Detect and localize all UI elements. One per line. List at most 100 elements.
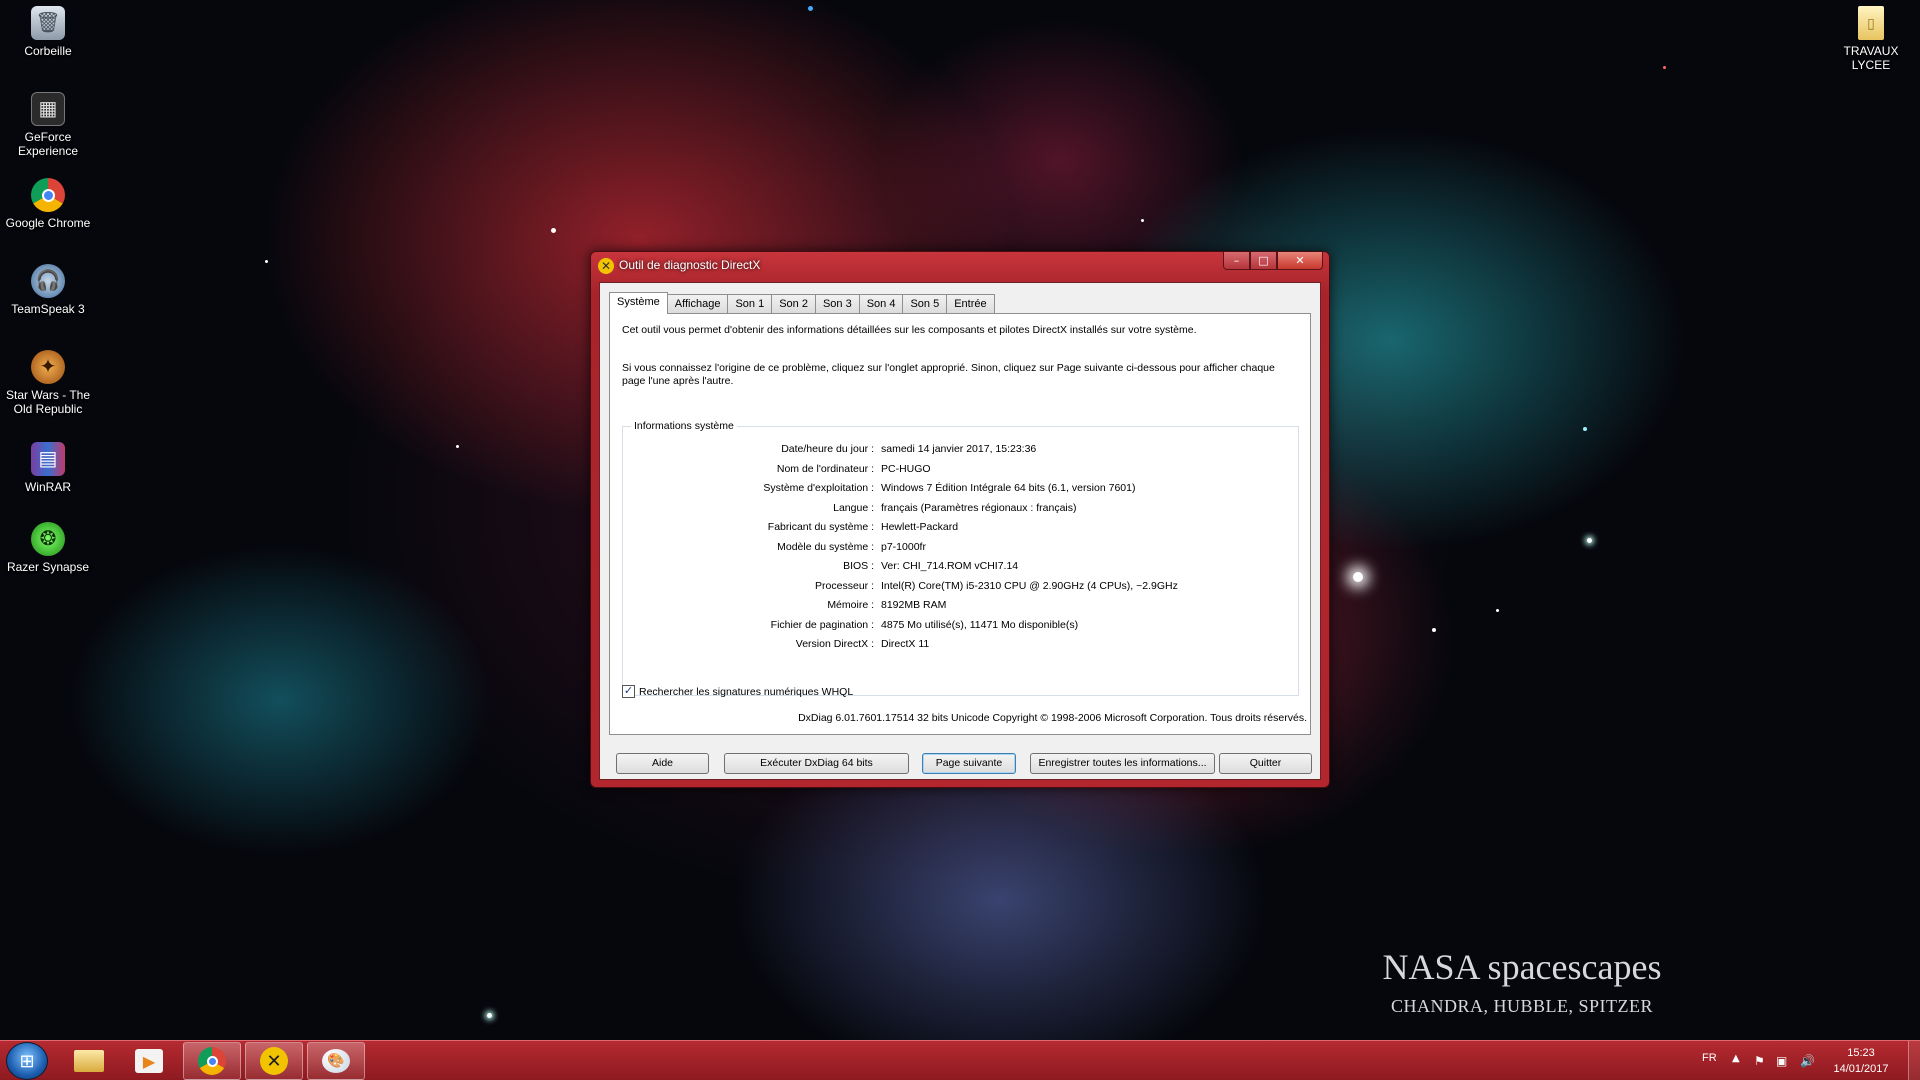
info-label: Fichier de pagination : [770,618,874,631]
info-row-directx-version: Version DirectX : DirectX 11 [623,638,1298,654]
desktop-icon-winrar[interactable]: ▤ WinRAR [1,442,95,494]
title-bar[interactable]: ✕ Outil de diagnostic DirectX – □ ✕ [591,252,1329,280]
chrome-icon [198,1047,226,1075]
wallpaper-subtitle: CHANDRA, HUBBLE, SPITZER [1390,996,1653,1016]
help-button[interactable]: Aide [616,753,709,774]
info-row-memory: Mémoire : 8192MB RAM [623,599,1298,615]
window-client-area: Système Affichage Son 1 Son 2 Son 3 Son … [599,282,1321,780]
network-icon[interactable]: ▣ [1776,1054,1787,1068]
desktop-icon-label: Star Wars - The Old Republic [5,388,91,416]
star [1587,538,1592,543]
info-row-model: Modèle du système : p7-1000fr [623,541,1298,557]
info-value: Hewlett-Packard [881,521,959,533]
info-label: Mémoire : [827,599,874,611]
volume-icon[interactable]: 🔊 [1800,1054,1815,1068]
desktop-icon-razer[interactable]: ❂ Razer Synapse [1,522,95,574]
star [808,6,813,11]
tab-affichage[interactable]: Affichage [666,294,729,313]
star [1663,66,1666,69]
maximize-button[interactable]: □ [1250,252,1277,270]
info-row-pagefile: Fichier de pagination : 4875 Mo utilisé(… [623,619,1298,635]
info-row-os: Système d'exploitation : Windows 7 Éditi… [623,482,1298,498]
tab-son-3[interactable]: Son 3 [814,294,860,313]
info-value: Ver: CHI_714.ROM vCHI7.14 [881,560,1019,572]
info-label: Langue : [833,501,874,514]
save-all-info-button[interactable]: Enregistrer toutes les informations... [1030,753,1215,774]
taskbar-explorer[interactable] [60,1042,118,1080]
info-value: p7-1000fr [881,540,926,553]
minimize-button[interactable]: – [1223,252,1250,270]
info-value: PC-HUGO [881,462,931,475]
info-label: Modèle du système : [777,540,874,553]
folder-icon [74,1050,104,1072]
tab-son-5[interactable]: Son 5 [902,294,948,313]
system-clock[interactable]: 15:23 14/01/2017 [1826,1045,1896,1077]
tab-son-2[interactable]: Son 2 [771,294,816,313]
whql-checkbox-row[interactable]: ✓ Rechercher les signatures numériques W… [622,685,853,698]
caption-buttons: – □ ✕ [1223,252,1323,270]
recycle-bin-icon: 🗑 [31,6,65,40]
desktop-icon-label: WinRAR [24,480,71,494]
star [551,228,556,233]
paint-icon: 🎨 [322,1049,350,1073]
teamspeak-icon: 🎧 [31,264,65,298]
quit-button[interactable]: Quitter [1219,753,1312,774]
tab-strip: Système Affichage Son 1 Son 2 Son 3 Son … [609,292,995,314]
language-indicator[interactable]: FR [1702,1052,1717,1064]
desktop-icon-recycle-bin[interactable]: 🗑 Corbeille [1,6,95,58]
dxdiag-window: ✕ Outil de diagnostic DirectX – □ ✕ Syst… [590,251,1330,788]
info-label: Nom de l'ordinateur : [776,462,874,475]
whql-checkbox[interactable]: ✓ [622,685,635,698]
start-button[interactable]: ⊞ [6,1042,48,1080]
close-button[interactable]: ✕ [1277,252,1323,270]
tab-entree[interactable]: Entrée [946,294,995,313]
info-label: Processeur : [815,579,874,592]
taskbar-dxdiag[interactable]: ✕ [245,1042,303,1080]
desktop-icon-label: Google Chrome [5,216,91,230]
whql-checkbox-label: Rechercher les signatures numériques WHQ… [639,685,854,698]
star [1141,219,1144,222]
tab-son-1[interactable]: Son 1 [727,294,773,313]
tab-son-4[interactable]: Son 4 [858,294,904,313]
desktop-icon-geforce[interactable]: ▦ GeForce Experience [1,92,95,158]
desktop-icon-label: GeForce Experience [17,130,79,158]
taskbar-chrome[interactable] [183,1042,241,1080]
help-text: Si vous connaissez l'origine de ce probl… [622,362,1275,387]
taskbar-paint[interactable]: 🎨 [307,1042,365,1080]
info-label: Date/heure du jour : [781,443,874,455]
info-value: français (Paramètres régionaux : françai… [881,501,1077,514]
desktop-icon-label: Razer Synapse [6,560,90,574]
windows-logo-icon: ⊞ [19,1050,35,1072]
taskbar-media-player[interactable]: ▶ [120,1042,178,1080]
info-value: Intel(R) Core(TM) i5-2310 CPU @ 2.90GHz … [881,579,1178,592]
show-desktop-button[interactable] [1908,1041,1920,1080]
folder-icon: ▯ [1858,6,1884,40]
info-row-date: Date/heure du jour : samedi 14 janvier 2… [623,443,1298,459]
star [1583,427,1587,431]
star [1432,628,1436,632]
intro-text: Cet outil vous permet d'obtenir des info… [622,324,1197,336]
next-page-button[interactable]: Page suivante [922,753,1016,774]
desktop-icon-label: TeamSpeak 3 [11,302,85,316]
info-value: 4875 Mo utilisé(s), 11471 Mo disponible(… [881,618,1079,631]
desktop-icon-teamspeak[interactable]: 🎧 TeamSpeak 3 [1,264,95,316]
info-value: Windows 7 Édition Intégrale 64 bits (6.1… [881,482,1136,494]
clock-date: 14/01/2017 [1833,1063,1889,1075]
show-hidden-icons-icon[interactable]: ▲ [1732,1053,1740,1064]
geforce-icon: ▦ [31,92,65,126]
desktop-icon-swtor[interactable]: ✦ Star Wars - The Old Republic [1,350,95,416]
star [487,1013,492,1018]
media-player-icon: ▶ [135,1049,163,1073]
info-row-language: Langue : français (Paramètres régionaux … [623,502,1298,518]
run-64bit-button[interactable]: Exécuter DxDiag 64 bits [724,753,909,774]
info-value: samedi 14 janvier 2017, 15:23:36 [881,443,1037,455]
action-center-icon[interactable]: ⚑ [1754,1054,1765,1068]
info-label: BIOS : [843,560,874,572]
swtor-icon: ✦ [31,350,65,384]
clock-time: 15:23 [1847,1047,1875,1059]
directx-icon: ✕ [598,258,614,274]
desktop-icon-chrome[interactable]: Google Chrome [1,178,95,230]
desktop-icon-travaux-lycee[interactable]: ▯ TRAVAUX LYCEE [1824,6,1918,72]
desktop-icon-label: TRAVAUX LYCEE [1843,44,1899,72]
tab-systeme[interactable]: Système [609,292,668,314]
